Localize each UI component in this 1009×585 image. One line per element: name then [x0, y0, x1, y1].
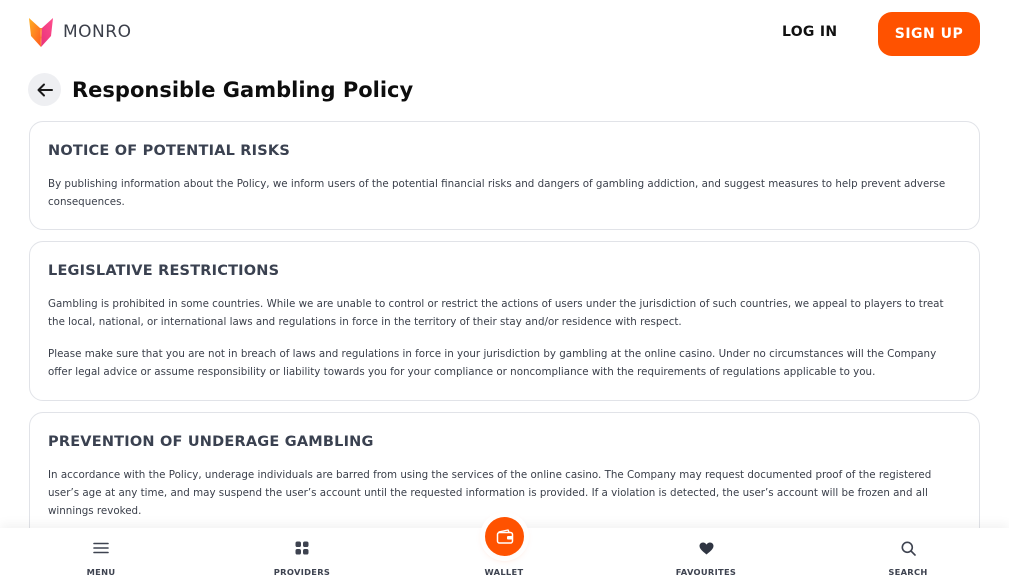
- back-button[interactable]: [28, 73, 61, 106]
- nav-item-search[interactable]: SEARCH: [863, 528, 953, 585]
- section-potential-risks: NOTICE OF POTENTIAL RISKS By publishing …: [29, 121, 980, 230]
- site-header: MONRO LOG IN SIGN UP: [0, 0, 1009, 68]
- section-paragraph: By publishing information about the Poli…: [48, 178, 946, 208]
- login-button[interactable]: LOG IN: [782, 24, 837, 40]
- monro-logo-icon: [29, 18, 53, 47]
- nav-item-providers[interactable]: PROVIDERS: [257, 528, 347, 585]
- nav-label: SEARCH: [888, 567, 928, 577]
- section-paragraph: Please make sure that you are not in bre…: [48, 348, 937, 378]
- section-heading: LEGISLATIVE RESTRICTIONS: [48, 263, 280, 279]
- section-paragraph: Gambling is prohibited in some countries…: [48, 298, 944, 328]
- nav-label: FAVOURITES: [675, 567, 737, 577]
- grid-icon: [295, 541, 309, 555]
- section-legislative-restrictions: LEGISLATIVE RESTRICTIONS Gambling is pro…: [29, 241, 980, 401]
- page-title: Responsible Gambling Policy: [72, 77, 414, 102]
- wallet-icon: [496, 529, 513, 544]
- wallet-button[interactable]: [485, 517, 524, 556]
- signup-button[interactable]: SIGN UP: [878, 12, 980, 56]
- monro-logo[interactable]: MONRO: [28, 16, 131, 48]
- page-title-row: Responsible Gambling Policy: [28, 73, 413, 106]
- section-paragraph: In accordance with the Policy, underage …: [48, 469, 932, 517]
- heart-icon: [699, 542, 713, 554]
- section-heading: PREVENTION OF UNDERAGE GAMBLING: [48, 434, 374, 450]
- section-heading: NOTICE OF POTENTIAL RISKS: [48, 143, 290, 159]
- arrow-left-icon: [37, 83, 53, 96]
- nav-label: PROVIDERS: [273, 567, 331, 577]
- nav-label: MENU: [86, 567, 116, 577]
- nav-item-menu[interactable]: MENU: [56, 528, 146, 585]
- hamburger-menu-icon: [93, 542, 109, 554]
- nav-label: WALLET: [484, 567, 524, 577]
- nav-item-favourites[interactable]: FAVOURITES: [661, 528, 751, 585]
- search-icon: [901, 541, 916, 556]
- logo-text: MONRO: [63, 22, 132, 42]
